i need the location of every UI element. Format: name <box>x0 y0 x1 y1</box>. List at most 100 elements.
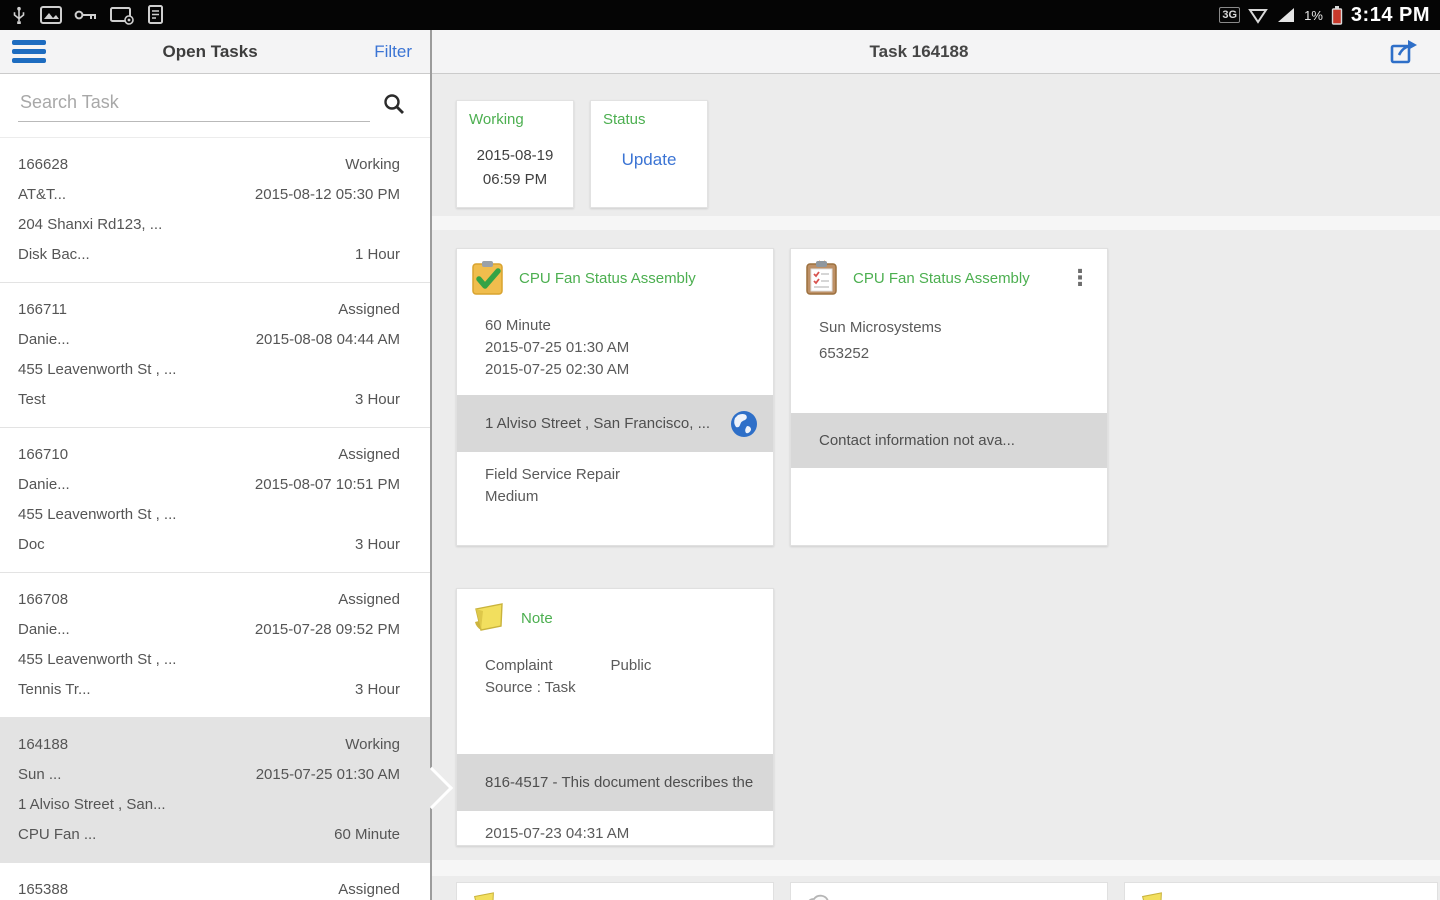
clipboard-check-icon <box>472 261 503 295</box>
globe-icon[interactable] <box>729 409 759 439</box>
task-status: Assigned <box>338 300 400 318</box>
working-status-card[interactable]: Working 2015-08-19 06:59 PM <box>456 100 574 208</box>
note-icon <box>1141 892 1162 900</box>
task-duration: 3 Hour <box>354 535 400 553</box>
activity-duration: 60 Minute <box>485 317 551 334</box>
account-number: 653252 <box>819 345 870 362</box>
doc-icon <box>148 5 163 24</box>
task-duration: 60 Minute <box>334 825 400 843</box>
note-icon <box>475 603 503 631</box>
activity-service: Field Service Repair <box>485 466 621 483</box>
status-update-card[interactable]: Status Update <box>590 100 708 208</box>
activity-end: 2015-07-25 02:30 AM <box>485 361 630 378</box>
task-id: 166710 <box>18 445 69 463</box>
update-button[interactable]: Update <box>603 150 695 170</box>
account-card[interactable]: CPU Fan Status Assembly Sun Microsystems… <box>790 248 1108 546</box>
note-card[interactable]: Note Complaint Public Source : Task 816-… <box>456 588 774 846</box>
activity-start: 2015-07-25 01:30 AM <box>485 339 630 356</box>
screen-share-icon <box>110 7 134 25</box>
task-status: Assigned <box>338 445 400 463</box>
network-icon: 3G <box>1219 7 1241 23</box>
task-status: Assigned <box>338 590 400 608</box>
task-list-item-selected[interactable]: 164188 Working Sun ... 2015-07-25 01:30 AM… <box>0 718 430 863</box>
task-duration: 1 Hour <box>354 245 400 263</box>
task-detail-title: Task 164188 <box>869 41 969 61</box>
status-label: Status <box>603 111 646 128</box>
note-date: 2015-07-23 04:31 AM <box>485 825 630 842</box>
task-subject: Test <box>18 390 46 408</box>
task-status: Working <box>345 735 400 753</box>
task-subject: Doc <box>18 535 45 553</box>
task-address: 1 Alviso Street , San... <box>18 795 166 813</box>
search-bar <box>0 74 430 138</box>
menu-icon[interactable] <box>12 40 46 63</box>
task-id: 166711 <box>18 300 67 318</box>
usb-icon <box>13 6 25 24</box>
partial-card[interactable] <box>456 882 774 900</box>
task-address: 455 Leavenworth St , ... <box>18 650 177 668</box>
contact-strip: Contact information not ava... <box>791 413 1107 468</box>
task-duration: 3 Hour <box>354 680 400 698</box>
clock: 3:14 PM <box>1350 3 1430 26</box>
kebab-menu-icon[interactable] <box>1063 267 1097 289</box>
signal-icon <box>1278 8 1295 22</box>
task-list-header: Open Tasks Filter <box>0 30 430 74</box>
status-bar: 3G 1% 3:14 PM <box>0 0 1440 30</box>
note-title: Note <box>521 609 553 627</box>
share-icon[interactable] <box>1390 39 1418 65</box>
task-list-panel: Open Tasks Filter 166628 Working AT&T... 2… <box>0 30 432 900</box>
account-contact: Contact information not ava... <box>819 432 1015 449</box>
task-list-item[interactable]: 166710 Assigned Danie... 2015-08-07 10:51 … <box>0 428 430 573</box>
task-party: Danie... <box>18 620 70 638</box>
battery-icon <box>1331 6 1343 25</box>
partial-card[interactable] <box>790 882 1108 900</box>
clipboard-list-icon <box>806 260 837 295</box>
task-party: Danie... <box>18 330 70 348</box>
task-address: 455 Leavenworth St , ... <box>18 360 177 378</box>
task-status: Assigned <box>338 880 400 898</box>
task-subject: Tennis Tr... <box>18 680 91 698</box>
gallery-icon <box>40 6 62 24</box>
task-subject: Disk Bac... <box>18 245 90 263</box>
activity-address: 1 Alviso Street , San Francisco, ... <box>485 415 711 432</box>
key-icon <box>74 10 96 20</box>
search-icon[interactable] <box>382 92 406 116</box>
task-detail-body: Working 2015-08-19 06:59 PM Status Updat… <box>432 74 1440 900</box>
search-input[interactable] <box>18 88 370 122</box>
task-list-item[interactable]: 165388 Assigned <box>0 863 430 900</box>
task-datetime: 2015-08-08 04:44 AM <box>255 330 400 348</box>
task-id: 166708 <box>18 590 69 608</box>
task-detail-header: Task 164188 <box>432 30 1440 74</box>
task-id: 165388 <box>18 880 69 898</box>
note-summary-strip: 816-4517 - This document describes the <box>457 754 773 811</box>
task-party: Danie... <box>18 475 70 493</box>
task-datetime: 2015-08-07 10:51 PM <box>254 475 400 493</box>
due-time: 06:59 PM <box>482 171 548 188</box>
task-subject: CPU Fan ... <box>18 825 97 843</box>
battery-percent: 1% <box>1304 7 1323 23</box>
activity-title: CPU Fan Status Assembly <box>519 269 696 287</box>
task-duration: 3 Hour <box>354 390 400 408</box>
task-address: 204 Shanxi Rd123, ... <box>18 215 163 233</box>
note-source: Source : Task <box>485 679 576 696</box>
partial-card[interactable] <box>1124 882 1438 900</box>
more-cards-section <box>432 876 1440 900</box>
task-list-item[interactable]: 166711 Assigned Danie... 2015-08-08 04:44 … <box>0 283 430 428</box>
task-address: 455 Leavenworth St , ... <box>18 505 177 523</box>
task-list-item[interactable]: 166708 Assigned Danie... 2015-07-28 09:52 … <box>0 573 430 718</box>
activity-priority: Medium <box>485 488 539 505</box>
task-datetime: 2015-08-12 05:30 PM <box>254 185 400 203</box>
wifi-icon <box>1248 9 1268 24</box>
note-summary: 816-4517 - This document describes the <box>485 774 754 791</box>
filter-button[interactable]: Filter <box>374 42 418 62</box>
note-visibility: Public <box>610 657 652 674</box>
due-date: 2015-08-19 <box>476 147 554 164</box>
task-detail-panel: Task 164188 Working 2015-08-19 06:59 PM <box>432 30 1440 900</box>
task-list-item[interactable]: 166628 Working AT&T... 2015-08-12 05:30 PM… <box>0 138 430 283</box>
task-status: Working <box>345 155 400 173</box>
address-strip: 1 Alviso Street , San Francisco, ... <box>457 395 773 452</box>
activity-card[interactable]: CPU Fan Status Assembly 60 Minute 2015-0… <box>456 248 774 546</box>
account-title: CPU Fan Status Assembly <box>853 269 1030 287</box>
note-icon <box>473 892 494 900</box>
task-party: Sun ... <box>18 765 62 783</box>
